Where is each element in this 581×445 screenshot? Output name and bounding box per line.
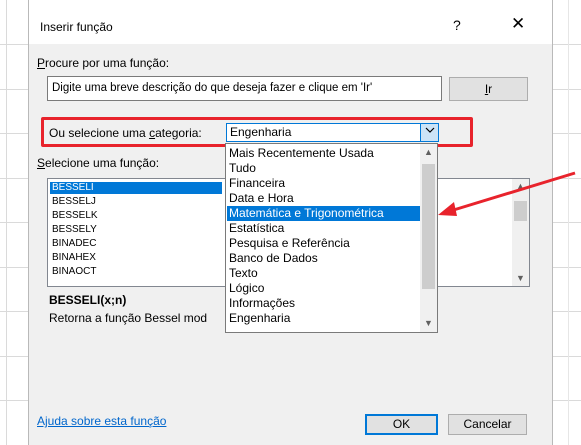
gridline (553, 222, 581, 223)
function-item[interactable]: BESSELK (50, 210, 98, 222)
function-list-label: Selecione uma função: (37, 156, 160, 170)
title-bar: Inserir função ? ✕ (29, 0, 552, 44)
gridline (0, 89, 28, 90)
function-item[interactable]: BINAOCT (50, 266, 96, 278)
function-item[interactable]: BESSELY (50, 224, 97, 236)
gridline (553, 44, 581, 45)
function-item[interactable]: BESSELI (50, 182, 222, 194)
function-signature: BESSELI(x;n) (49, 293, 127, 307)
gridline (0, 267, 28, 268)
gridline (0, 178, 28, 179)
gridline (0, 356, 28, 357)
gridline (6, 0, 7, 445)
gridline (553, 400, 581, 401)
help-button[interactable]: ? (453, 17, 461, 33)
category-option[interactable]: Informações (227, 296, 421, 311)
gridline (568, 0, 569, 445)
function-item[interactable]: BINAHEX (50, 252, 96, 264)
function-item[interactable]: BINADEC (50, 238, 96, 250)
gridline (553, 133, 581, 134)
category-dropdown-list[interactable]: Mais Recentemente Usada Tudo Financeira … (225, 143, 438, 333)
gridline (0, 222, 28, 223)
category-option[interactable]: Financeira (227, 176, 421, 191)
gridline (553, 311, 581, 312)
dropdown-scrollbar[interactable]: ▲ ▼ (420, 144, 437, 332)
category-option[interactable]: Matemática e Trigonométrica (227, 206, 421, 221)
category-option[interactable]: Pesquisa e Referência (227, 236, 421, 251)
scroll-down-icon[interactable]: ▼ (420, 318, 437, 328)
category-option[interactable]: Lógico (227, 281, 421, 296)
category-option[interactable]: Mais Recentemente Usada (227, 146, 421, 161)
function-description: Retorna a função Bessel mod (49, 311, 208, 325)
cancel-button[interactable]: Cancelar (448, 414, 527, 435)
category-option[interactable]: Banco de Dados (227, 251, 421, 266)
function-item[interactable]: BESSELJ (50, 196, 96, 208)
category-option[interactable]: Estatística (227, 221, 421, 236)
gridline (0, 311, 28, 312)
gridline (553, 356, 581, 357)
go-button[interactable]: Ir (449, 77, 528, 101)
gridline (0, 400, 28, 401)
search-input[interactable]: Digite uma breve descrição do que deseja… (47, 76, 442, 101)
help-link[interactable]: Ajuda sobre esta função (37, 414, 166, 428)
category-option[interactable]: Engenharia (227, 311, 421, 326)
gridline (553, 89, 581, 90)
gridline (0, 133, 28, 134)
scroll-up-icon[interactable]: ▲ (512, 181, 529, 191)
category-option[interactable]: Texto (227, 266, 421, 281)
gridline (0, 44, 28, 45)
gridline (553, 267, 581, 268)
scroll-up-icon[interactable]: ▲ (420, 147, 437, 157)
ok-button[interactable]: OK (365, 414, 438, 435)
scroll-thumb[interactable] (514, 201, 527, 221)
function-list-scrollbar[interactable]: ▲ ▼ (512, 179, 529, 286)
scroll-thumb[interactable] (422, 164, 435, 289)
scroll-down-icon[interactable]: ▼ (512, 273, 529, 283)
search-label: Procure por uma função: (37, 56, 170, 70)
gridline (553, 178, 581, 179)
close-icon[interactable]: ✕ (511, 14, 525, 34)
category-option[interactable]: Data e Hora (227, 191, 421, 206)
dialog-title: Inserir função (40, 20, 113, 34)
category-option[interactable]: Tudo (227, 161, 421, 176)
